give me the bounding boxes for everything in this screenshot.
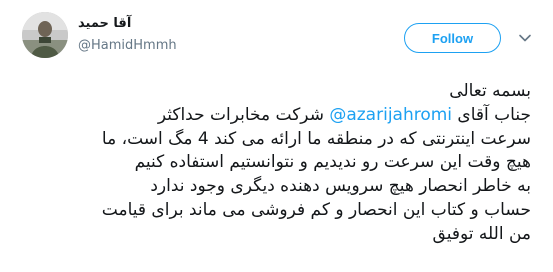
- tweet-line: بسمه تعالی: [449, 81, 531, 101]
- tweet-line: من الله توفیق: [432, 223, 531, 244]
- chevron-down-icon[interactable]: [518, 31, 532, 45]
- tweet-text: بسمه تعالی جناب آقای @azarijahromi شرکت …: [16, 80, 531, 247]
- tweet-line: جناب آقای @azarijahromi شرکت مخابرات حدا…: [16, 104, 531, 128]
- tweet-text-segment: جناب آقای: [452, 104, 531, 125]
- tweet-line: هیچ وقت این سرعت رو ندیدیم و نتوانستیم ا…: [134, 152, 531, 173]
- tweet-line: به خاطر انحصار هیچ سرویس دهنده دیگری وجو…: [150, 176, 531, 197]
- tweet-line: حساب و کتاب این انحصار و کم فروشی می مان…: [101, 199, 531, 220]
- avatar-image: [22, 12, 68, 58]
- display-name[interactable]: آقا حمید: [78, 16, 131, 31]
- tweet-text-segment: شرکت مخابرات حداکثر: [157, 104, 330, 125]
- follow-button[interactable]: Follow: [404, 23, 501, 53]
- mention-link[interactable]: @azarijahromi: [329, 105, 452, 125]
- tweet-line: سرعت اینترنتی که در منطقه ما ارائه می کن…: [101, 128, 531, 149]
- tweet-card: آقا حمید @HamidHmmh Follow بسمه تعالی جن…: [0, 0, 553, 272]
- avatar[interactable]: [22, 12, 68, 58]
- username-handle[interactable]: @HamidHmmh: [78, 38, 177, 53]
